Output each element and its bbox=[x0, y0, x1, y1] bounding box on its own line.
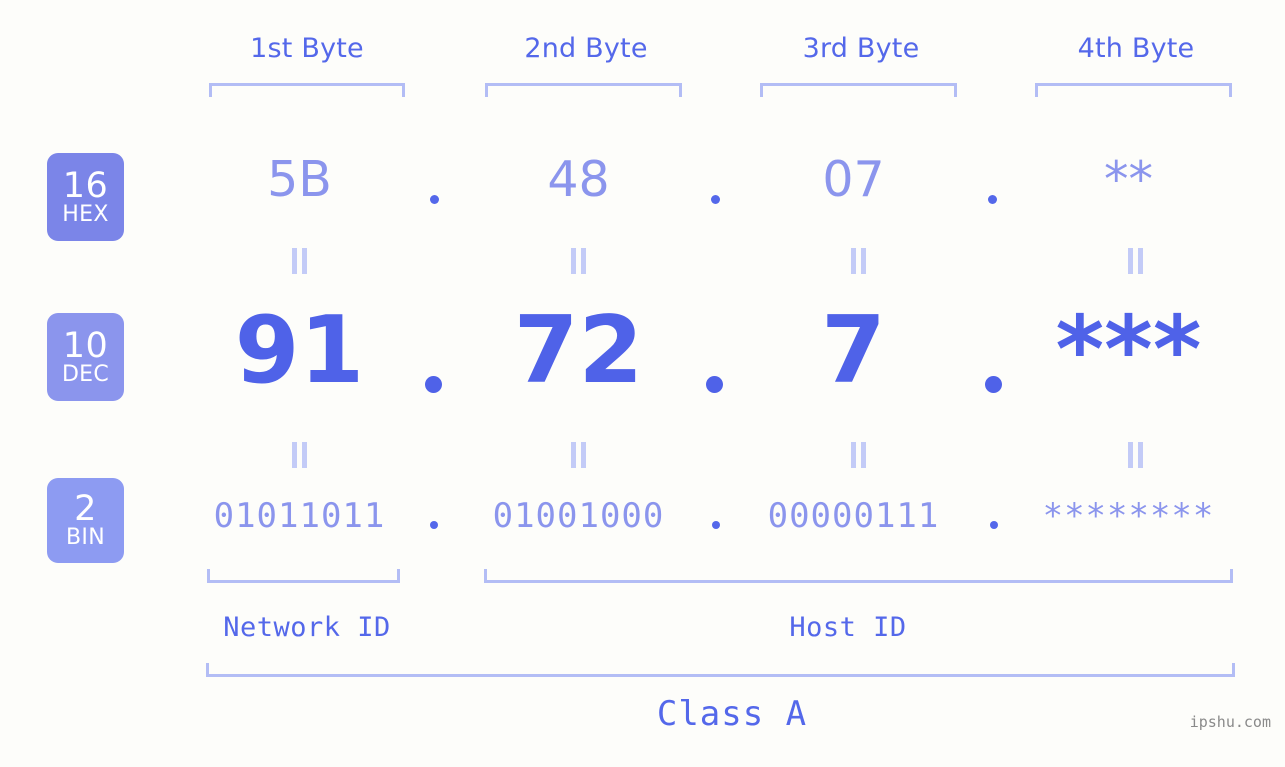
badge-bin: 2 BIN bbox=[47, 478, 124, 563]
bracket-4th-byte bbox=[1035, 83, 1232, 97]
dec-byte-3: 7 bbox=[821, 296, 886, 404]
hex-separator-dot-3 bbox=[988, 195, 997, 204]
column-header-4th-byte: 4th Byte bbox=[1077, 33, 1195, 64]
column-header-2nd-byte: 2nd Byte bbox=[524, 33, 648, 64]
bracket-host-id bbox=[484, 569, 1233, 583]
dec-separator-dot-3 bbox=[985, 376, 1002, 393]
hex-byte-2: 48 bbox=[547, 151, 610, 208]
equals-mark-dec-bin-4 bbox=[1127, 442, 1146, 468]
bracket-network-id bbox=[207, 569, 400, 583]
bin-separator-dot-2 bbox=[712, 521, 720, 529]
badge-bin-name: BIN bbox=[66, 525, 105, 550]
dec-byte-1: 91 bbox=[234, 296, 365, 404]
dec-separator-dot-1 bbox=[425, 376, 442, 393]
hex-byte-1: 5B bbox=[267, 151, 332, 208]
hex-byte-4: ** bbox=[1104, 151, 1153, 208]
bin-byte-3: 00000111 bbox=[767, 496, 940, 536]
watermark: ipshu.com bbox=[1189, 713, 1271, 731]
host-id-label: Host ID bbox=[789, 612, 907, 643]
bin-separator-dot-1 bbox=[430, 521, 438, 529]
bracket-class bbox=[206, 663, 1235, 677]
equals-mark-hex-dec-3 bbox=[850, 248, 869, 274]
network-id-label: Network ID bbox=[223, 612, 391, 643]
equals-mark-hex-dec-4 bbox=[1127, 248, 1146, 274]
bin-byte-1: 01011011 bbox=[213, 496, 386, 536]
dec-byte-4: *** bbox=[1055, 296, 1202, 404]
dec-byte-2: 72 bbox=[513, 296, 644, 404]
badge-hex-name: HEX bbox=[62, 201, 109, 227]
badge-dec: 10 DEC bbox=[47, 313, 124, 401]
badge-bin-number: 2 bbox=[74, 489, 97, 529]
ip-address-breakdown-diagram: 1st Byte 2nd Byte 3rd Byte 4th Byte 16 H… bbox=[0, 0, 1285, 767]
column-header-3rd-byte: 3rd Byte bbox=[802, 33, 920, 64]
badge-dec-name: DEC bbox=[61, 361, 110, 387]
bracket-3rd-byte bbox=[760, 83, 957, 97]
bracket-1st-byte bbox=[209, 83, 405, 97]
equals-mark-hex-dec-2 bbox=[570, 248, 589, 274]
equals-mark-hex-dec-1 bbox=[291, 248, 310, 274]
class-label: Class A bbox=[656, 694, 808, 734]
badge-dec-number: 10 bbox=[62, 325, 109, 366]
hex-separator-dot-1 bbox=[430, 195, 439, 204]
dec-separator-dot-2 bbox=[706, 376, 723, 393]
equals-mark-dec-bin-2 bbox=[570, 442, 589, 468]
bracket-2nd-byte bbox=[485, 83, 682, 97]
equals-mark-dec-bin-3 bbox=[850, 442, 869, 468]
equals-mark-dec-bin-1 bbox=[291, 442, 310, 468]
badge-hex: 16 HEX bbox=[47, 153, 124, 241]
bin-separator-dot-3 bbox=[990, 521, 998, 529]
badge-hex-number: 16 bbox=[62, 165, 109, 206]
hex-byte-3: 07 bbox=[822, 151, 885, 208]
bin-byte-2: 01001000 bbox=[492, 496, 665, 536]
column-header-1st-byte: 1st Byte bbox=[250, 33, 364, 64]
bin-byte-4: ******** bbox=[1042, 496, 1215, 536]
hex-separator-dot-2 bbox=[711, 195, 720, 204]
